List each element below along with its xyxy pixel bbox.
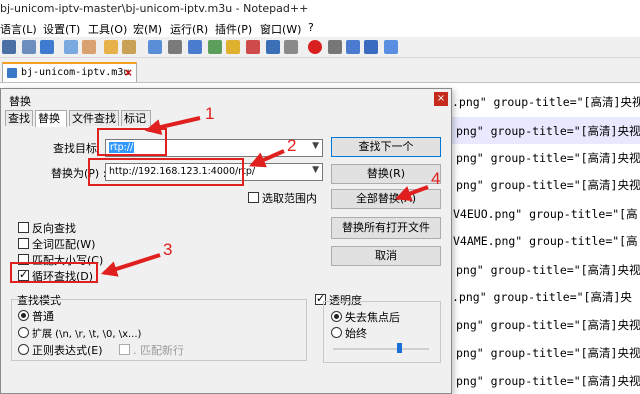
dot-newline-label: . 匹配新行 [133, 344, 184, 357]
annotation-number-2: 2 [287, 136, 297, 155]
code-line: png" group-title="[高清]央视 [456, 124, 640, 138]
transparency-slider-track[interactable] [333, 348, 429, 350]
backward-label: 反向查找 [32, 222, 76, 235]
code-line: V4AME.png" group-title="[高 [453, 234, 638, 248]
zoom-out-icon[interactable] [82, 40, 96, 54]
doc-map-icon[interactable] [226, 40, 240, 54]
tab-replace[interactable]: 替换 [35, 110, 67, 127]
close-tab-icon[interactable]: × [124, 66, 133, 79]
menu-window[interactable]: 窗口(W) [260, 21, 301, 37]
annotation-number-4: 4 [431, 169, 441, 188]
dot-newline-checkbox[interactable] [119, 344, 130, 355]
menu-settings[interactable]: 设置(T) [43, 21, 80, 37]
menu-help[interactable]: ? [308, 21, 314, 34]
indent-guide-icon[interactable] [188, 40, 202, 54]
code-line: .png" group-title="[高清]央 [452, 290, 632, 304]
play-multiple-icon[interactable] [364, 40, 378, 54]
annotation-box-replace [88, 158, 244, 186]
code-line: png" group-title="[高清]央视 [456, 374, 640, 388]
chevron-down-icon[interactable]: ▼ [312, 141, 319, 151]
record-macro-icon[interactable] [308, 40, 322, 54]
find-next-button[interactable]: 查找下一个 [331, 137, 441, 157]
all-chars-icon[interactable] [168, 40, 182, 54]
play-macro-icon[interactable] [346, 40, 360, 54]
annotation-box-find [97, 128, 167, 156]
always-label: 始终 [345, 327, 367, 340]
toolbar [0, 37, 640, 58]
replace-dialog: 替换 × 查找 替换 文件查找 标记 查找目标 rtp:// ▼ 替换为(P) … [0, 88, 452, 394]
code-line: V4EUO.png" group-title="[高 [453, 207, 638, 221]
mode-extended-radio[interactable] [18, 327, 29, 338]
code-line: png" group-title="[高清]央视 [456, 178, 640, 192]
code-line: png" group-title="[高清]央视 [456, 346, 640, 360]
code-line: png" group-title="[高清]央视 [456, 263, 640, 277]
tab-mark[interactable]: 标记 [121, 110, 151, 126]
cancel-button[interactable]: 取消 [331, 246, 441, 266]
menu-macro[interactable]: 宏(M) [133, 21, 162, 37]
stop-macro-icon[interactable] [328, 40, 342, 54]
chevron-down-icon[interactable]: ▼ [312, 165, 319, 175]
save-all-icon[interactable] [2, 40, 16, 54]
folder-icon[interactable] [266, 40, 280, 54]
menu-run[interactable]: 运行(R) [170, 21, 208, 37]
mode-normal-radio[interactable] [18, 310, 29, 321]
mode-extended-label: 扩展 (\n, \r, \t, \0, \x...) [32, 329, 142, 340]
menu-plugins[interactable]: 插件(P) [215, 21, 252, 37]
tab-bar: bj-unicom-iptv.m3u × [0, 58, 640, 83]
always-radio[interactable] [331, 327, 342, 338]
whole-word-checkbox[interactable] [18, 238, 29, 249]
in-selection-checkbox[interactable] [248, 192, 259, 203]
monitor-icon[interactable] [284, 40, 298, 54]
dialog-close-button[interactable]: × [434, 92, 448, 106]
word-wrap-icon[interactable] [148, 40, 162, 54]
code-line: png" group-title="[高清]央视 [456, 151, 640, 165]
replace-all-button[interactable]: 全部替换(A) [331, 189, 441, 209]
transparency-slider-thumb[interactable] [397, 343, 402, 353]
zoom-in-icon[interactable] [64, 40, 78, 54]
udl-icon[interactable] [208, 40, 222, 54]
annotation-number-3: 3 [163, 240, 173, 259]
in-selection-label: 选取范围内 [262, 192, 317, 205]
mode-regex-label: 正则表达式(E) [32, 344, 103, 357]
close-icon[interactable] [22, 40, 36, 54]
file-icon [7, 68, 17, 78]
tab-find-in-files[interactable]: 文件查找 [69, 110, 119, 126]
dialog-title: 替换 [9, 95, 31, 108]
sync-v-icon[interactable] [104, 40, 118, 54]
code-line: png" group-title="[高清]央视 [456, 318, 640, 332]
tab-find[interactable]: 查找 [5, 110, 33, 126]
annotation-box-wrap [10, 262, 98, 283]
sync-h-icon[interactable] [122, 40, 136, 54]
print-icon[interactable] [40, 40, 54, 54]
backward-checkbox[interactable] [18, 222, 29, 233]
annotation-number-1: 1 [205, 104, 215, 123]
mode-regex-radio[interactable] [18, 344, 29, 355]
code-line: .png" group-title="[高清]央视 [452, 95, 640, 109]
on-losing-focus-label: 失去焦点后 [345, 311, 400, 324]
window-title: bj-unicom-iptv-master\bj-unicom-iptv.m3u… [0, 2, 309, 15]
find-label: 查找目标 [53, 142, 97, 155]
menu-bar: 语言(L) 设置(T) 工具(O) 宏(M) 运行(R) 插件(P) 窗口(W)… [0, 18, 640, 37]
replace-button[interactable]: 替换(R) [331, 164, 441, 184]
window-titlebar: bj-unicom-iptv-master\bj-unicom-iptv.m3u… [0, 0, 640, 18]
replace-all-open-docs-button[interactable]: 替换所有打开文件 [331, 217, 441, 239]
file-tab-label: bj-unicom-iptv.m3u [21, 67, 130, 78]
on-losing-focus-radio[interactable] [331, 311, 342, 322]
save-macro-icon[interactable] [384, 40, 398, 54]
whole-word-label: 全词匹配(W) [32, 238, 96, 251]
function-list-icon[interactable] [246, 40, 260, 54]
mode-normal-label: 普通 [32, 310, 54, 323]
menu-language[interactable]: 语言(L) [0, 21, 37, 37]
menu-tools[interactable]: 工具(O) [88, 21, 127, 37]
file-tab[interactable]: bj-unicom-iptv.m3u × [2, 62, 137, 82]
